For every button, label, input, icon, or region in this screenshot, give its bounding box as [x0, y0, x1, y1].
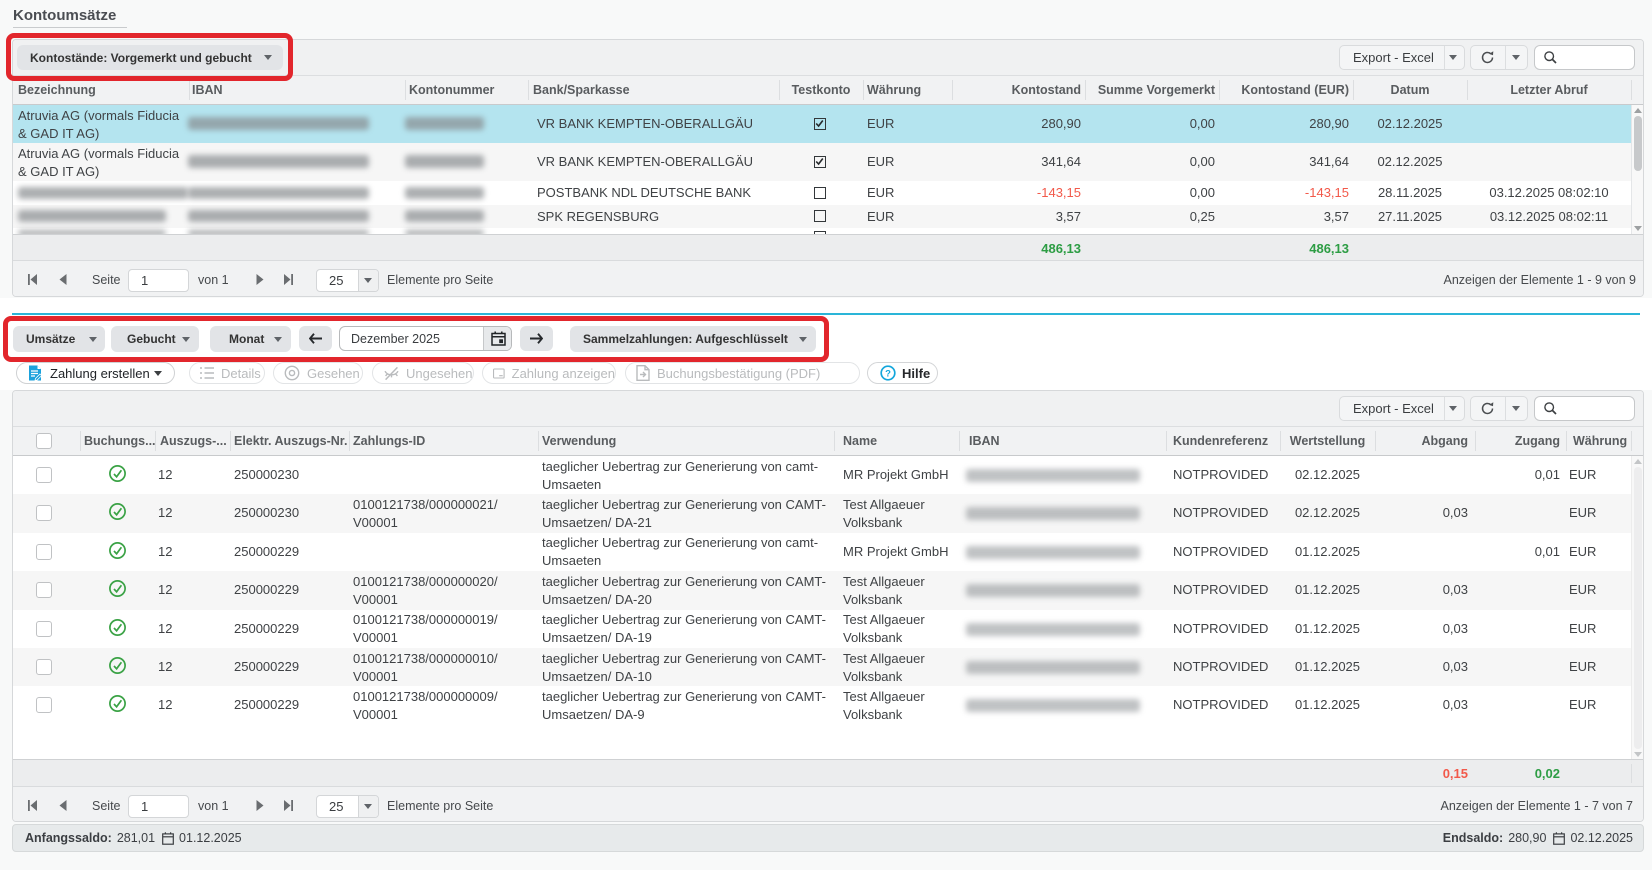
svg-text:?: ? — [885, 368, 891, 379]
